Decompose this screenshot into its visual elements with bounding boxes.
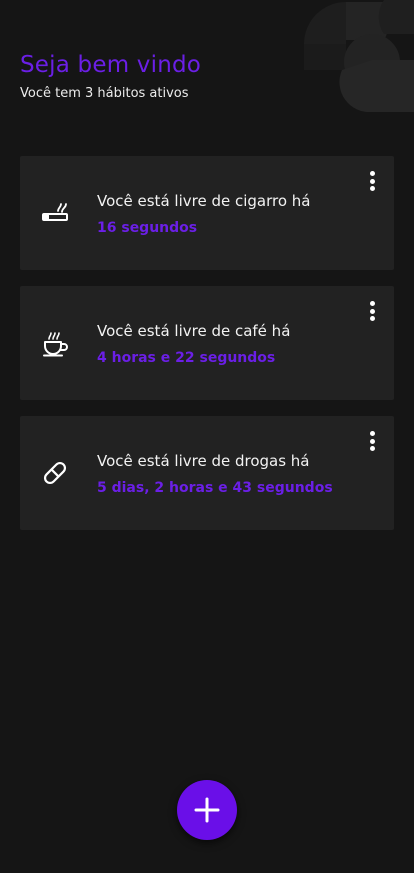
active-habits-count: Você tem 3 hábitos ativos [20, 86, 189, 101]
habit-card-cigarette[interactable]: Você está livre de cigarro há 16 segundo… [20, 156, 394, 270]
more-vert-icon [369, 431, 375, 436]
more-vert-icon [369, 301, 375, 306]
habit-label: Você está livre de cigarro há [97, 192, 311, 210]
coffee-icon [43, 332, 68, 357]
plus-icon [194, 797, 220, 823]
habit-elapsed-time: 4 horas e 22 segundos [97, 350, 276, 366]
more-vert-icon [369, 171, 375, 176]
add-habit-button[interactable] [177, 780, 237, 840]
decorative-shapes [304, 0, 414, 112]
habit-card-drugs[interactable]: Você está livre de drogas há 5 dias, 2 h… [20, 416, 394, 530]
more-options-button[interactable] [362, 298, 382, 324]
habit-card-coffee[interactable]: Você está livre de café há 4 horas e 22 … [20, 286, 394, 400]
habit-elapsed-time: 5 dias, 2 horas e 43 segundos [97, 480, 333, 496]
more-options-button[interactable] [362, 168, 382, 194]
habit-elapsed-time: 16 segundos [97, 220, 198, 236]
more-options-button[interactable] [362, 428, 382, 454]
cigarette-icon [42, 203, 68, 221]
habit-label: Você está livre de drogas há [97, 452, 310, 470]
habit-label: Você está livre de café há [97, 322, 291, 340]
page-title: Seja bem vindo [20, 52, 202, 78]
page-header: Seja bem vindo Você tem 3 hábitos ativos [20, 50, 201, 102]
pill-icon [43, 461, 67, 485]
